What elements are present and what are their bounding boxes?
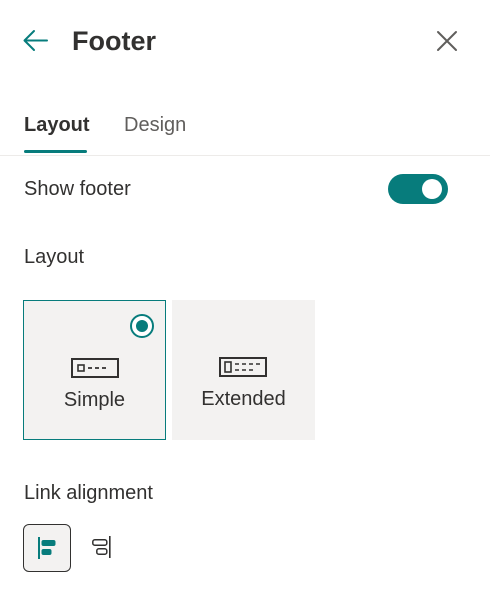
- close-icon: [437, 31, 457, 51]
- layout-option-extended[interactable]: Extended: [172, 300, 315, 440]
- layout-option-simple[interactable]: Simple: [23, 300, 166, 440]
- back-button[interactable]: [20, 26, 50, 56]
- active-tab-indicator: [24, 150, 87, 153]
- back-arrow-icon: [23, 30, 48, 51]
- align-right-icon: [92, 536, 111, 558]
- layout-section-label: Layout: [24, 246, 85, 268]
- link-alignment-label: Link alignment: [24, 482, 153, 504]
- extended-footer-icon: [219, 357, 267, 377]
- panel-header: Footer: [0, 0, 490, 84]
- tab-design[interactable]: Design: [124, 112, 186, 138]
- align-left-icon: [38, 537, 56, 559]
- radio-dot: [136, 320, 148, 332]
- toggle-thumb: [422, 179, 442, 199]
- selected-radio-icon: [130, 314, 154, 338]
- align-right-button[interactable]: [78, 524, 126, 572]
- close-button[interactable]: [432, 26, 462, 56]
- show-footer-toggle[interactable]: [388, 174, 448, 204]
- simple-footer-icon: [71, 358, 119, 378]
- layout-option-label: Simple: [63, 389, 126, 411]
- tab-bar: Layout Design: [0, 100, 490, 156]
- layout-option-label: Extended: [201, 388, 286, 410]
- panel-title: Footer: [72, 26, 156, 56]
- tab-layout[interactable]: Layout: [24, 112, 90, 138]
- align-left-button[interactable]: [23, 524, 71, 572]
- show-footer-label: Show footer: [24, 178, 131, 200]
